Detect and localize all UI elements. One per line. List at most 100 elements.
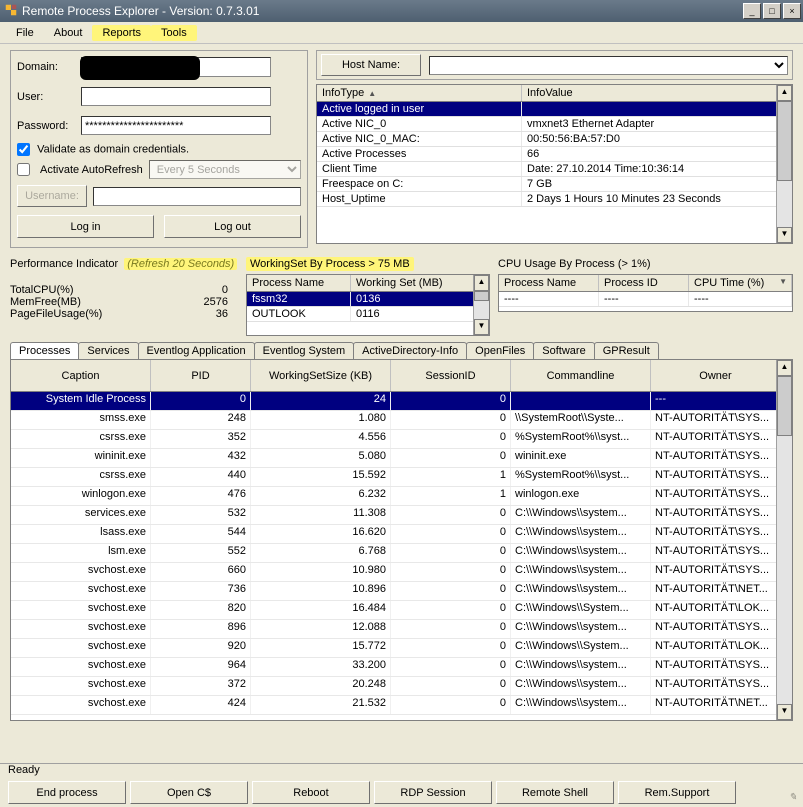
process-row[interactable]: svchost.exe82016.4840C:\\Windows\\System… [11,601,792,620]
process-row[interactable]: System Idle Process0240--- [11,392,792,411]
scroll-up-arrow[interactable]: ▲ [474,275,489,291]
menu-tools[interactable]: Tools [151,25,197,41]
info-row[interactable]: Active NIC_0vmxnet3 Ethernet Adapter [317,117,792,132]
tab-services[interactable]: Services [78,342,138,359]
col-caption[interactable]: Caption [11,360,151,391]
close-button[interactable]: × [783,3,801,19]
cell: 0 [391,411,511,429]
process-row[interactable]: svchost.exe66010.9800C:\\Windows\\system… [11,563,792,582]
username-caption-button[interactable]: Username: [17,185,87,207]
scroll-down-arrow[interactable]: ▼ [777,704,792,720]
process-row[interactable]: lsass.exe54416.6200C:\\Windows\\system..… [11,525,792,544]
titlebar[interactable]: Remote Process Explorer - Version: 0.7.3… [0,0,803,22]
username-field[interactable] [93,187,301,206]
info-type-cell: Freespace on C: [317,177,522,191]
process-row[interactable]: svchost.exe42421.5320C:\\Windows\\system… [11,696,792,715]
tab-openfiles[interactable]: OpenFiles [466,342,534,359]
scroll-down-arrow[interactable]: ▼ [777,227,792,243]
process-row[interactable]: svchost.exe73610.8960C:\\Windows\\system… [11,582,792,601]
user-input[interactable] [81,87,271,106]
menu-reports[interactable]: Reports [92,25,151,41]
cell: C:\\Windows\\system... [511,544,651,562]
ws-row[interactable]: OUTLOOK0116 [247,307,489,322]
process-row[interactable]: svchost.exe92015.7720C:\\Windows\\System… [11,639,792,658]
end-process-button[interactable]: End process [8,781,126,804]
remote-shell-button[interactable]: Remote Shell [496,781,614,804]
cpu-time-cell: ---- [689,292,792,306]
cell: 4.556 [251,430,391,448]
info-grid[interactable]: InfoType▲ InfoValue Active logged in use… [316,84,793,244]
col-owner[interactable]: Owner [651,360,781,391]
process-row[interactable]: svchost.exe89612.0880C:\\Windows\\system… [11,620,792,639]
info-header-value[interactable]: InfoValue [522,85,792,101]
ws-col-ws[interactable]: Working Set (MB)▼ [351,275,489,291]
reboot-button[interactable]: Reboot [252,781,370,804]
col-pid[interactable]: PID [151,360,251,391]
scroll-up-arrow[interactable]: ▲ [777,360,792,376]
info-row[interactable]: Active NIC_0_MAC:00:50:56:BA:57:D0 [317,132,792,147]
credentials-panel: Domain: User: Password: Validate as doma… [10,50,308,248]
tab-activedirectory-info[interactable]: ActiveDirectory-Info [353,342,467,359]
process-table[interactable]: CaptionPIDWorkingSetSize (KB)SessionIDCo… [10,359,793,721]
validate-checkbox[interactable] [17,143,30,156]
process-row[interactable]: svchost.exe37220.2480C:\\Windows\\system… [11,677,792,696]
rdp-session-button[interactable]: RDP Session [374,781,492,804]
process-table-scrollbar[interactable]: ▲ ▼ [776,360,792,720]
info-row[interactable]: Client TimeDate: 27.10.2014 Time:10:36:1… [317,162,792,177]
process-row[interactable]: services.exe53211.3080C:\\Windows\\syste… [11,506,792,525]
col-sessionid[interactable]: SessionID [391,360,511,391]
ws-grid[interactable]: Process Name Working Set (MB)▼ fssm32013… [246,274,490,336]
process-row[interactable]: csrss.exe44015.5921%SystemRoot%\\syst...… [11,468,792,487]
process-row[interactable]: svchost.exe96433.2000C:\\Windows\\system… [11,658,792,677]
cpu-col-process[interactable]: Process Name [499,275,599,291]
menu-about[interactable]: About [44,25,93,41]
minimize-button[interactable]: _ [743,3,761,19]
autorefresh-interval[interactable]: Every 5 Seconds [149,160,301,179]
password-input[interactable] [81,116,271,135]
info-grid-scrollbar[interactable]: ▲ ▼ [776,85,792,243]
info-row[interactable]: Active logged in user [317,102,792,117]
login-button[interactable]: Log in [17,215,154,238]
info-row[interactable]: Active Processes66 [317,147,792,162]
hostname-dropdown[interactable] [429,56,788,75]
status-text: Ready [0,762,803,778]
cpu-col-pid[interactable]: Process ID [599,275,689,291]
perf-row: MemFree(MB)2576 [10,296,238,308]
info-header-type[interactable]: InfoType▲ [317,85,522,101]
cpu-grid[interactable]: Process Name Process ID CPU Time (%)▼ --… [498,274,793,312]
cell: 5.080 [251,449,391,467]
process-row[interactable]: lsm.exe5526.7680C:\\Windows\\system...NT… [11,544,792,563]
rem-support-button[interactable]: Rem.Support [618,781,736,804]
ws-col-process[interactable]: Process Name [247,275,351,291]
info-type-cell: Client Time [317,162,522,176]
col-commandline[interactable]: Commandline [511,360,651,391]
cell: wininit.exe [11,449,151,467]
cpu-col-time[interactable]: CPU Time (%)▼ [689,275,792,291]
open-c--button[interactable]: Open C$ [130,781,248,804]
tab-eventlog-system[interactable]: Eventlog System [254,342,355,359]
tab-gpresult[interactable]: GPResult [594,342,659,359]
perf-row: PageFileUsage(%)36 [10,308,238,320]
cpu-row[interactable]: ------------ [499,292,792,307]
hostname-label-button[interactable]: Host Name: [321,54,421,76]
info-row[interactable]: Freespace on C:7 GB [317,177,792,192]
process-row[interactable]: smss.exe2481.0800\\SystemRoot\\Syste...N… [11,411,792,430]
menu-file[interactable]: File [6,25,44,41]
domain-input[interactable] [81,57,271,77]
tab-processes[interactable]: Processes [10,342,79,359]
scroll-down-arrow[interactable]: ▼ [474,319,489,335]
autorefresh-checkbox[interactable] [17,163,30,176]
col-workingsetsize-kb-[interactable]: WorkingSetSize (KB) [251,360,391,391]
ws-grid-scrollbar[interactable]: ▲ ▼ [473,275,489,335]
ws-row[interactable]: fssm320136 [247,292,489,307]
maximize-button[interactable]: □ [763,3,781,19]
cell: NT-AUTORITÄT\SYS... [651,658,781,676]
info-row[interactable]: Host_Uptime2 Days 1 Hours 10 Minutes 23 … [317,192,792,207]
process-row[interactable]: csrss.exe3524.5560%SystemRoot%\\syst...N… [11,430,792,449]
process-row[interactable]: winlogon.exe4766.2321winlogon.exeNT-AUTO… [11,487,792,506]
tab-eventlog-application[interactable]: Eventlog Application [138,342,255,359]
scroll-up-arrow[interactable]: ▲ [777,85,792,101]
logout-button[interactable]: Log out [164,215,301,238]
process-row[interactable]: wininit.exe4325.0800wininit.exeNT-AUTORI… [11,449,792,468]
tab-software[interactable]: Software [533,342,594,359]
